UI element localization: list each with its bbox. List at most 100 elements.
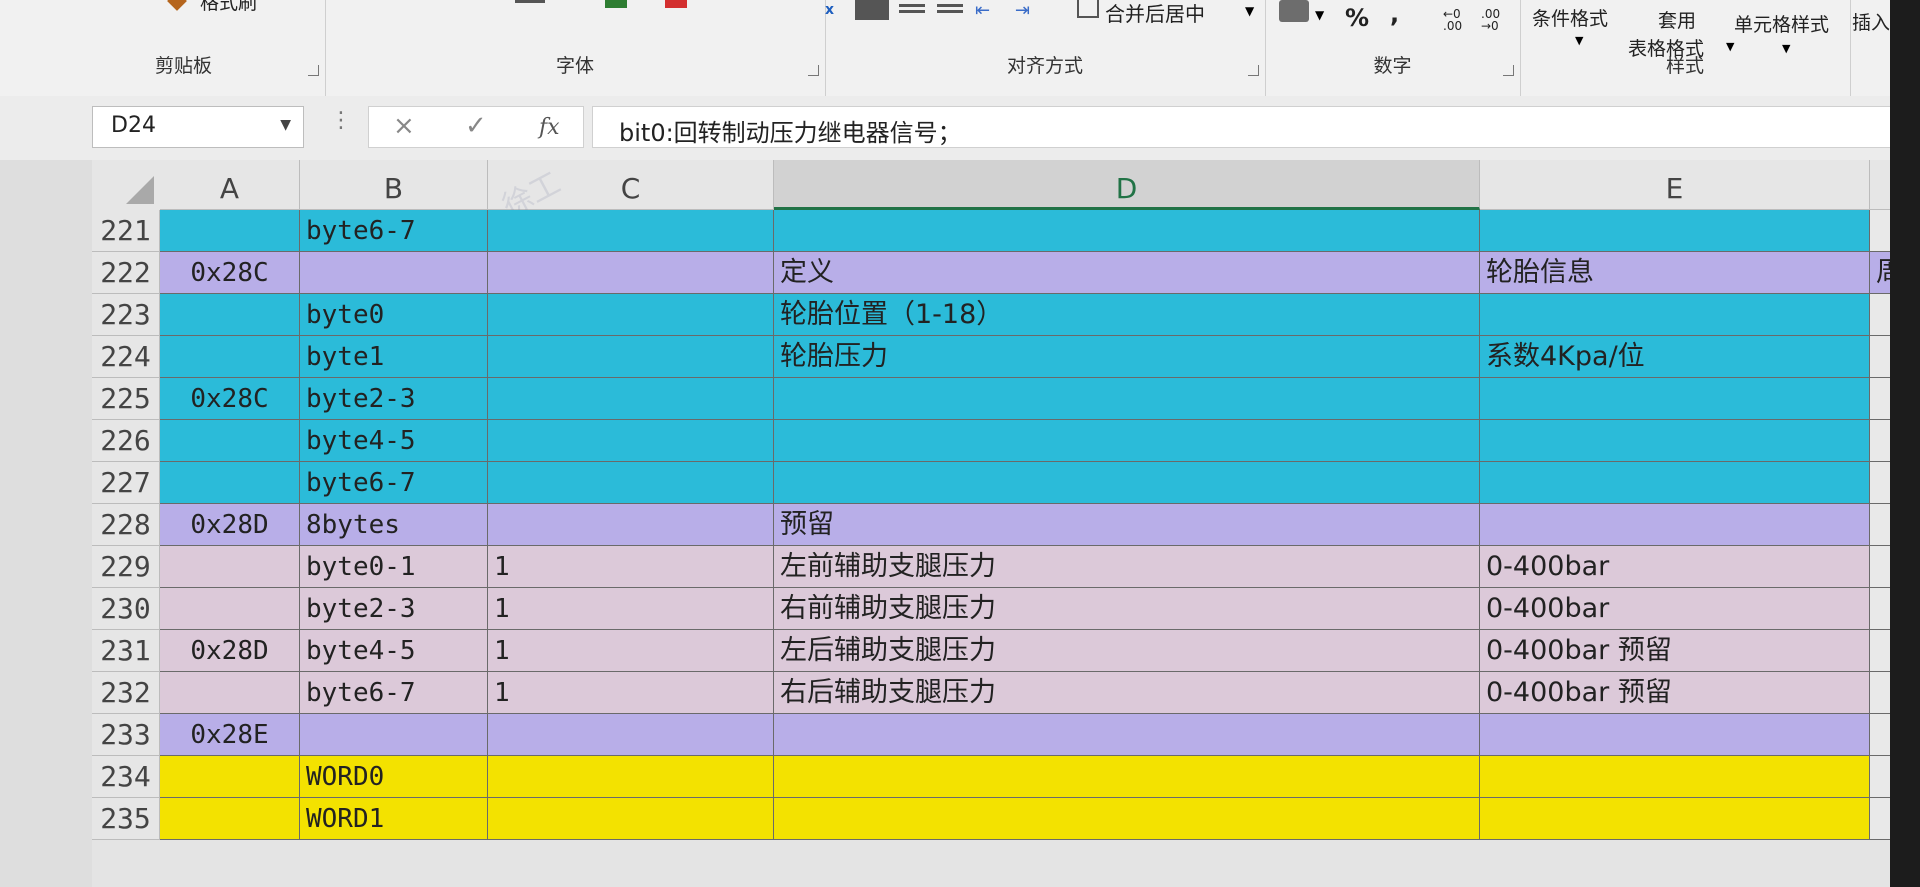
cell-a-233[interactable]: 0x28E	[160, 714, 300, 756]
table-format-label-1[interactable]: 套用	[1658, 6, 1696, 33]
cell-a-235[interactable]	[160, 798, 300, 840]
cell-a-234[interactable]	[160, 756, 300, 798]
cell-a-229[interactable]	[160, 546, 300, 588]
row-header[interactable]: 234	[92, 756, 160, 798]
cell-c-223[interactable]	[488, 294, 774, 336]
comma-button[interactable]: ,	[1390, 0, 1399, 28]
font-launcher-icon[interactable]	[808, 65, 819, 76]
cell-b-227[interactable]: byte6-7	[300, 462, 488, 504]
cell-a-223[interactable]	[160, 294, 300, 336]
insert-button[interactable]: 插入	[1852, 8, 1890, 35]
cell-f-229[interactable]	[1870, 546, 1890, 588]
column-header-a[interactable]: A	[160, 160, 300, 210]
cell-c-222[interactable]	[488, 252, 774, 294]
cell-a-230[interactable]	[160, 588, 300, 630]
decrease-indent-icon[interactable]: ⇤	[975, 0, 990, 21]
cell-a-224[interactable]	[160, 336, 300, 378]
row-header[interactable]: 230	[92, 588, 160, 630]
cell-c-232[interactable]: 1	[488, 672, 774, 714]
row-header[interactable]: 228	[92, 504, 160, 546]
cell-b-230[interactable]: byte2-3	[300, 588, 488, 630]
row-header[interactable]: 226	[92, 420, 160, 462]
name-box-dropdown-icon[interactable]: ▼	[280, 117, 291, 133]
cell-c-235[interactable]	[488, 798, 774, 840]
align-right-icon[interactable]	[937, 4, 963, 7]
cell-d-235[interactable]	[774, 798, 1480, 840]
cell-a-227[interactable]	[160, 462, 300, 504]
cell-c-229[interactable]: 1	[488, 546, 774, 588]
cell-b-232[interactable]: byte6-7	[300, 672, 488, 714]
cell-e-231[interactable]: 0-400bar 预留	[1480, 630, 1870, 672]
cell-b-228[interactable]: 8bytes	[300, 504, 488, 546]
cell-c-226[interactable]	[488, 420, 774, 462]
cell-c-230[interactable]: 1	[488, 588, 774, 630]
row-header[interactable]: 231	[92, 630, 160, 672]
border-icon[interactable]	[515, 0, 545, 3]
row-header[interactable]: 227	[92, 462, 160, 504]
cell-b-222[interactable]	[300, 252, 488, 294]
cell-b-231[interactable]: byte4-5	[300, 630, 488, 672]
cell-d-226[interactable]	[774, 420, 1480, 462]
cell-e-232[interactable]: 0-400bar 预留	[1480, 672, 1870, 714]
cell-f-224[interactable]	[1870, 336, 1890, 378]
cell-e-234[interactable]	[1480, 756, 1870, 798]
cell-a-232[interactable]	[160, 672, 300, 714]
cell-b-221[interactable]: byte6-7	[300, 210, 488, 252]
cell-f-226[interactable]	[1870, 420, 1890, 462]
cell-d-233[interactable]	[774, 714, 1480, 756]
clipboard-launcher-icon[interactable]	[308, 65, 319, 76]
name-box[interactable]: D24 ▼	[92, 106, 304, 148]
cell-c-233[interactable]	[488, 714, 774, 756]
cell-d-231[interactable]: 左后辅助支腿压力	[774, 630, 1480, 672]
formula-input[interactable]: bit0:回转制动压力继电器信号；	[592, 106, 1890, 148]
cell-c-234[interactable]	[488, 756, 774, 798]
column-header-e[interactable]: E	[1480, 160, 1870, 210]
align-center-icon[interactable]	[899, 4, 925, 7]
cell-a-222[interactable]: 0x28C	[160, 252, 300, 294]
insert-function-icon[interactable]: fx	[539, 115, 560, 140]
cell-f-233[interactable]	[1870, 714, 1890, 756]
column-header-b[interactable]: B	[300, 160, 488, 210]
cell-f-221[interactable]	[1870, 210, 1890, 252]
increase-indent-icon[interactable]: ⇥	[1015, 0, 1030, 21]
row-header[interactable]: 224	[92, 336, 160, 378]
cell-c-228[interactable]	[488, 504, 774, 546]
cell-d-221[interactable]	[774, 210, 1480, 252]
cell-f-225[interactable]	[1870, 378, 1890, 420]
increase-decimal-button[interactable]: ←0 .00	[1443, 8, 1473, 32]
cell-f-231[interactable]	[1870, 630, 1890, 672]
cell-d-232[interactable]: 右后辅助支腿压力	[774, 672, 1480, 714]
accounting-format-icon[interactable]	[1279, 0, 1309, 22]
merge-center-button[interactable]: 合并后居中	[1105, 0, 1205, 27]
cell-f-222[interactable]: 周	[1870, 252, 1890, 294]
cell-e-223[interactable]	[1480, 294, 1870, 336]
cell-a-225[interactable]: 0x28C	[160, 378, 300, 420]
decrease-decimal-button[interactable]: .00 →0	[1481, 8, 1511, 32]
cell-e-225[interactable]	[1480, 378, 1870, 420]
cell-c-231[interactable]: 1	[488, 630, 774, 672]
cell-e-228[interactable]	[1480, 504, 1870, 546]
cell-styles-button[interactable]: 单元格样式	[1734, 10, 1829, 37]
cell-d-228[interactable]: 预留	[774, 504, 1480, 546]
row-header[interactable]: 222	[92, 252, 160, 294]
cell-e-226[interactable]	[1480, 420, 1870, 462]
cell-d-222[interactable]: 定义	[774, 252, 1480, 294]
cell-a-221[interactable]	[160, 210, 300, 252]
cell-b-225[interactable]: byte2-3	[300, 378, 488, 420]
cell-b-233[interactable]	[300, 714, 488, 756]
cell-a-226[interactable]	[160, 420, 300, 462]
merge-dropdown-icon[interactable]: ▼	[1245, 4, 1254, 18]
cell-e-224[interactable]: 系数4Kpa/位	[1480, 336, 1870, 378]
cell-e-227[interactable]	[1480, 462, 1870, 504]
cell-a-228[interactable]: 0x28D	[160, 504, 300, 546]
cell-b-223[interactable]: byte0	[300, 294, 488, 336]
cell-e-235[interactable]	[1480, 798, 1870, 840]
conditional-format-button[interactable]: 条件格式	[1532, 4, 1608, 31]
fill-color-icon[interactable]	[605, 0, 627, 8]
cell-c-221[interactable]	[488, 210, 774, 252]
align-bottom-icon[interactable]	[855, 0, 889, 20]
row-header[interactable]: 221	[92, 210, 160, 252]
row-header[interactable]: 232	[92, 672, 160, 714]
font-color-icon[interactable]	[665, 0, 687, 8]
text-direction-icon[interactable]: x	[825, 2, 834, 18]
